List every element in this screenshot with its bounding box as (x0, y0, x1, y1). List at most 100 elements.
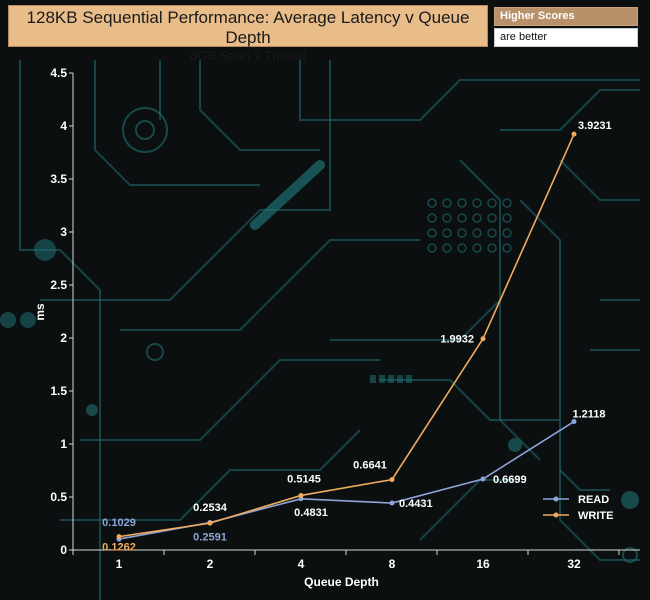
circuit-via (457, 198, 467, 208)
legend: READ WRITE (543, 494, 613, 522)
data-label-write: 3.9231 (578, 120, 612, 132)
circuit-trace (459, 159, 541, 461)
circuit-pad (397, 375, 403, 383)
circuit-via (487, 243, 497, 253)
point-write (571, 131, 577, 137)
circuit-ring (122, 107, 168, 153)
circuit-dot (0, 312, 16, 328)
circuit-trace (559, 469, 610, 491)
y-tick-label: 2 (60, 331, 67, 345)
x-tick-label: 32 (567, 557, 581, 571)
circuit-dot (508, 438, 522, 452)
point-read (389, 500, 395, 506)
circuit-via (487, 228, 497, 238)
circuit-via (457, 243, 467, 253)
y-tick-label: 1 (60, 437, 67, 451)
circuit-via (457, 228, 467, 238)
circuit-trace (299, 60, 640, 121)
circuit-ring (135, 120, 155, 140)
circuit-via (502, 213, 512, 223)
circuit-via (502, 243, 512, 253)
x-tick-label: 4 (298, 557, 305, 571)
y-tick-label: 4 (60, 119, 67, 133)
circuit-trace (330, 299, 501, 341)
circuit-trace (159, 60, 320, 151)
data-label-read: 0.6699 (493, 474, 527, 486)
circuit-via (442, 243, 452, 253)
circuit-trace (500, 89, 640, 131)
circuit-dot (34, 239, 56, 261)
circuit-via (442, 198, 452, 208)
circuit-trace (94, 60, 260, 186)
circuit-via (427, 198, 437, 208)
point-write (116, 534, 122, 540)
circuit-via (502, 198, 512, 208)
circuit-via (457, 213, 467, 223)
data-label-write: 0.2534 (193, 502, 228, 514)
circuit-trace (419, 479, 520, 541)
y-tick-label: 3 (60, 225, 67, 239)
data-label-write: 0.1262 (102, 542, 136, 554)
circuit-trace (80, 359, 380, 441)
data-label-read: 1.2118 (572, 409, 605, 421)
x-tick-label: 1 (116, 557, 123, 571)
circuit-trace (519, 199, 640, 561)
circuit-via (442, 213, 452, 223)
point-read (480, 476, 486, 482)
chart-svg: 0 0.5 1 1.5 2 2.5 3 3.5 4 4.5 1 2 4 8 16 32 Queue Depth m… (0, 60, 640, 600)
circuit-via (472, 213, 482, 223)
circuit-trace (590, 299, 640, 351)
circuit-dot (86, 404, 98, 416)
circuit-pad (406, 375, 412, 383)
y-tick-label: 1.5 (50, 384, 67, 398)
circuit-ring (146, 343, 164, 361)
legend-label-read: READ (578, 494, 609, 506)
circuit-dot (621, 491, 639, 509)
legend-marker-read (553, 496, 559, 502)
y-tick-label: 3.5 (50, 172, 67, 186)
circuit-via (502, 228, 512, 238)
y-axis-title: ms (33, 303, 47, 321)
axes: 0 0.5 1 1.5 2 2.5 3 3.5 4 4.5 1 2 4 8 16 32 Queue Depth m… (33, 66, 640, 589)
circuit-via (427, 228, 437, 238)
data-label-read: 0.2591 (193, 532, 227, 544)
circuit-pad (388, 375, 394, 383)
data-label-read: 0.1029 (102, 517, 136, 529)
circuit-via (427, 243, 437, 253)
data-label-read: 0.4431 (399, 498, 433, 510)
circuit-background (0, 60, 640, 600)
circuit-trace (120, 239, 420, 331)
point-write (207, 520, 213, 526)
circuit-via (427, 213, 437, 223)
point-write (389, 477, 395, 483)
circuit-via (442, 228, 452, 238)
data-label-write: 0.5145 (287, 473, 321, 485)
point-write (480, 336, 486, 342)
data-label-write: 1.9932 (440, 334, 474, 346)
x-tick-label: 8 (389, 557, 396, 571)
legend-marker-write (553, 512, 559, 518)
circuit-via (487, 213, 497, 223)
point-write (298, 492, 304, 498)
data-label-read: 0.4831 (294, 507, 328, 519)
y-tick-label: 4.5 (50, 66, 67, 80)
y-tick-label: 2.5 (50, 278, 67, 292)
y-tick-label: 0 (60, 543, 67, 557)
circuit-pad (370, 375, 376, 383)
x-tick-label: 16 (476, 557, 490, 571)
circuit-trace (380, 379, 560, 421)
circuit-via (472, 228, 482, 238)
x-axis-title: Queue Depth (304, 575, 379, 589)
legend-label-write: WRITE (578, 510, 613, 522)
circuit-via (472, 198, 482, 208)
circuit-via (472, 243, 482, 253)
circuit-via (487, 198, 497, 208)
circuit-trace (559, 159, 640, 201)
chart-canvas: 128KB Sequential Performance: Average La… (0, 0, 650, 600)
circuit-pad (379, 375, 385, 383)
y-tick-label: 0.5 (50, 490, 67, 504)
circuit-bar (250, 160, 325, 230)
x-tick-label: 2 (207, 557, 214, 571)
circuit-trace (40, 60, 331, 301)
data-label-write: 0.6641 (353, 460, 387, 472)
